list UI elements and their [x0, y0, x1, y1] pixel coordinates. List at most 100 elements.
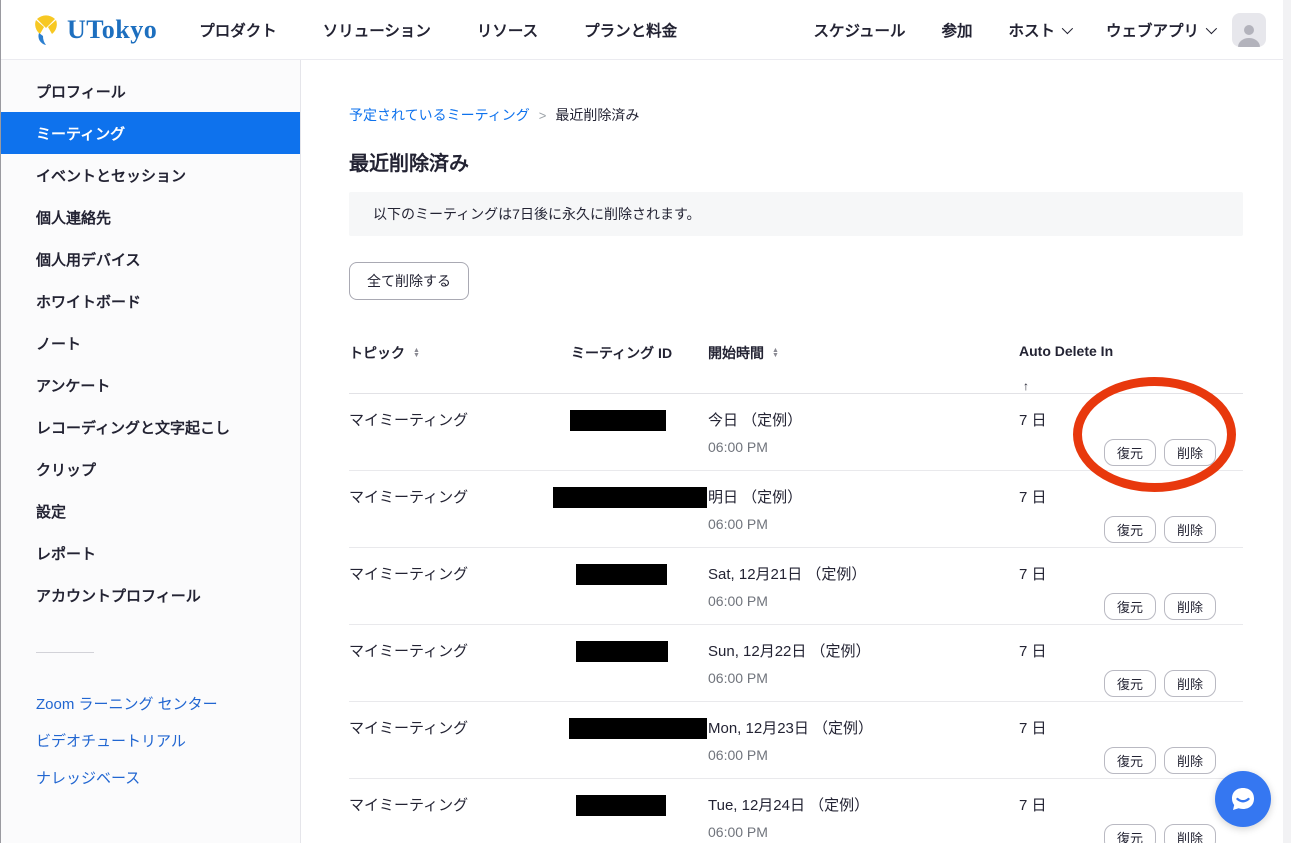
restore-button[interactable]: 復元 [1104, 747, 1156, 774]
sidebar-divider [36, 652, 94, 653]
table-row: マイミーティング 今日 （定例） 06:00 PM 7 日 復元 削除 [349, 394, 1243, 471]
start-time-cell: Sun, 12月22日 （定例） 06:00 PM [708, 625, 1019, 686]
row-actions: 復元 削除 [1104, 439, 1243, 470]
nav-item-2[interactable]: リソース [477, 19, 538, 41]
sidebar-item-6[interactable]: ノート [1, 322, 300, 364]
nav-action-label: ホスト [1008, 19, 1055, 41]
sidebar-footer-link-0[interactable]: Zoom ラーニング センター [1, 685, 300, 722]
column-header-meeting-id-label: ミーティング ID [571, 343, 672, 363]
nav-item-0[interactable]: プロダクト [199, 19, 277, 41]
start-time: 06:00 PM [708, 670, 1019, 686]
column-header-auto-delete-label: Auto Delete In [1019, 343, 1113, 359]
sidebar-item-4[interactable]: 個人用デバイス [1, 238, 300, 280]
delete-button[interactable]: 削除 [1164, 824, 1216, 843]
delete-button[interactable]: 削除 [1164, 516, 1216, 543]
nav-action-1[interactable]: 参加 [941, 19, 972, 41]
nav-item-1[interactable]: ソリューション [323, 19, 431, 41]
support-chat-button[interactable] [1215, 771, 1271, 827]
column-header-meeting-id: ミーティング ID [571, 329, 708, 363]
sidebar-item-8[interactable]: レコーディングと文字起こし [1, 406, 300, 448]
page-title: 最近削除済み [349, 147, 1243, 176]
meeting-topic: マイミーティング [349, 471, 571, 507]
delete-button[interactable]: 削除 [1164, 670, 1216, 697]
delete-button[interactable]: 削除 [1164, 747, 1216, 774]
row-actions: 復元 削除 [1104, 824, 1243, 843]
column-header-auto-delete-in: Auto Delete In ↑ [1019, 329, 1243, 393]
auto-delete-in-value: 7 日 [1019, 394, 1104, 430]
start-time-cell: 明日 （定例） 06:00 PM [708, 471, 1019, 532]
breadcrumb-link-upcoming-meetings[interactable]: 予定されているミーティング [349, 105, 530, 125]
profile-avatar[interactable] [1232, 13, 1266, 47]
redacted-meeting-id-bar [569, 718, 707, 739]
meeting-id-cell [571, 548, 708, 585]
meeting-topic: マイミーティング [349, 702, 571, 738]
start-time: 06:00 PM [708, 824, 1019, 840]
sidebar-item-7[interactable]: アンケート [1, 364, 300, 406]
redacted-meeting-id-bar [570, 410, 666, 431]
account-nav-links: スケジュール 参加 ホスト ウェブアプリ [814, 19, 1214, 41]
top-navigation: UTokyo プロダクト ソリューション リソース プランと料金 スケジュール 参加 ホス… [1, 0, 1291, 60]
restore-button[interactable]: 復元 [1104, 670, 1156, 697]
sidebar-item-9[interactable]: クリップ [1, 448, 300, 490]
primary-nav-links: プロダクト ソリューション リソース プランと料金 [199, 19, 677, 41]
auto-delete-in-value: 7 日 [1019, 625, 1104, 661]
start-date: Tue, 12月24日 （定例） [708, 794, 1019, 815]
column-header-topic-label: トピック [349, 343, 405, 363]
start-time: 06:00 PM [708, 747, 1019, 763]
sort-toggle-icon[interactable]: ▲▼ [772, 348, 779, 358]
chevron-down-icon [1206, 22, 1217, 33]
nav-action-0[interactable]: スケジュール [814, 19, 906, 41]
breadcrumb-current: 最近削除済み [555, 105, 639, 125]
chat-bubble-icon [1227, 783, 1259, 815]
delete-all-button[interactable]: 全て削除する [349, 262, 469, 300]
start-time-cell: Sat, 12月21日 （定例） 06:00 PM [708, 548, 1019, 609]
nav-item-3[interactable]: プランと料金 [584, 19, 677, 41]
sidebar-item-5[interactable]: ホワイトボード [1, 280, 300, 322]
meeting-topic: マイミーティング [349, 548, 571, 584]
table-header-row: トピック ▲▼ ミーティング ID 開始時間 ▲▼ Auto Delete In… [349, 329, 1243, 394]
restore-button[interactable]: 復元 [1104, 516, 1156, 543]
auto-delete-in-value: 7 日 [1019, 702, 1104, 738]
restore-button[interactable]: 復元 [1104, 593, 1156, 620]
deleted-meetings-table: トピック ▲▼ ミーティング ID 開始時間 ▲▼ Auto Delete In… [349, 329, 1243, 843]
auto-delete-in-value: 7 日 [1019, 471, 1104, 507]
sidebar-item-3[interactable]: 個人連絡先 [1, 196, 300, 238]
utokyo-logo[interactable]: UTokyo [31, 12, 157, 48]
start-date: Mon, 12月23日 （定例） [708, 717, 1019, 738]
meeting-id-cell [571, 702, 708, 739]
sort-ascending-arrow-icon[interactable]: ↑ [1023, 379, 1029, 393]
meeting-topic: マイミーティング [349, 625, 571, 661]
sidebar-item-0[interactable]: プロフィール [1, 70, 300, 112]
start-time: 06:00 PM [708, 593, 1019, 609]
row-actions: 復元 削除 [1104, 670, 1243, 701]
start-date: 今日 （定例） [708, 409, 1019, 430]
restore-button[interactable]: 復元 [1104, 824, 1156, 843]
row-actions: 復元 削除 [1104, 747, 1243, 778]
sidebar-footer-link-2[interactable]: ナレッジベース [1, 759, 300, 796]
logo-wordmark: UTokyo [67, 15, 157, 45]
delete-button[interactable]: 削除 [1164, 593, 1216, 620]
start-time-cell: Tue, 12月24日 （定例） 06:00 PM [708, 779, 1019, 840]
meeting-id-cell [571, 625, 708, 662]
delete-button[interactable]: 削除 [1164, 439, 1216, 466]
sidebar-item-10[interactable]: 設定 [1, 490, 300, 532]
auto-delete-notice-banner: 以下のミーティングは7日後に永久に削除されます。 [349, 192, 1243, 236]
column-header-start-time: 開始時間 ▲▼ [708, 329, 1019, 363]
start-time: 06:00 PM [708, 516, 1019, 532]
vertical-scrollbar[interactable] [1283, 0, 1291, 843]
nav-action-label: スケジュール [814, 19, 906, 41]
sidebar-item-11[interactable]: レポート [1, 532, 300, 574]
sidebar-item-1[interactable]: ミーティング [1, 112, 300, 154]
sidebar-footer-link-1[interactable]: ビデオチュートリアル [1, 722, 300, 759]
sidebar-item-12[interactable]: アカウントプロフィール [1, 574, 300, 616]
restore-button[interactable]: 復元 [1104, 439, 1156, 466]
redacted-meeting-id-bar [576, 795, 666, 816]
start-time-cell: 今日 （定例） 06:00 PM [708, 394, 1019, 455]
meeting-topic: マイミーティング [349, 394, 571, 430]
column-header-start-time-label: 開始時間 [708, 343, 764, 363]
table-row: マイミーティング Tue, 12月24日 （定例） 06:00 PM 7 日 復… [349, 779, 1243, 843]
sidebar-item-2[interactable]: イベントとセッション [1, 154, 300, 196]
sort-toggle-icon[interactable]: ▲▼ [413, 348, 420, 358]
nav-action-3[interactable]: ウェブアプリ [1106, 19, 1214, 41]
nav-action-2[interactable]: ホスト [1008, 19, 1070, 41]
